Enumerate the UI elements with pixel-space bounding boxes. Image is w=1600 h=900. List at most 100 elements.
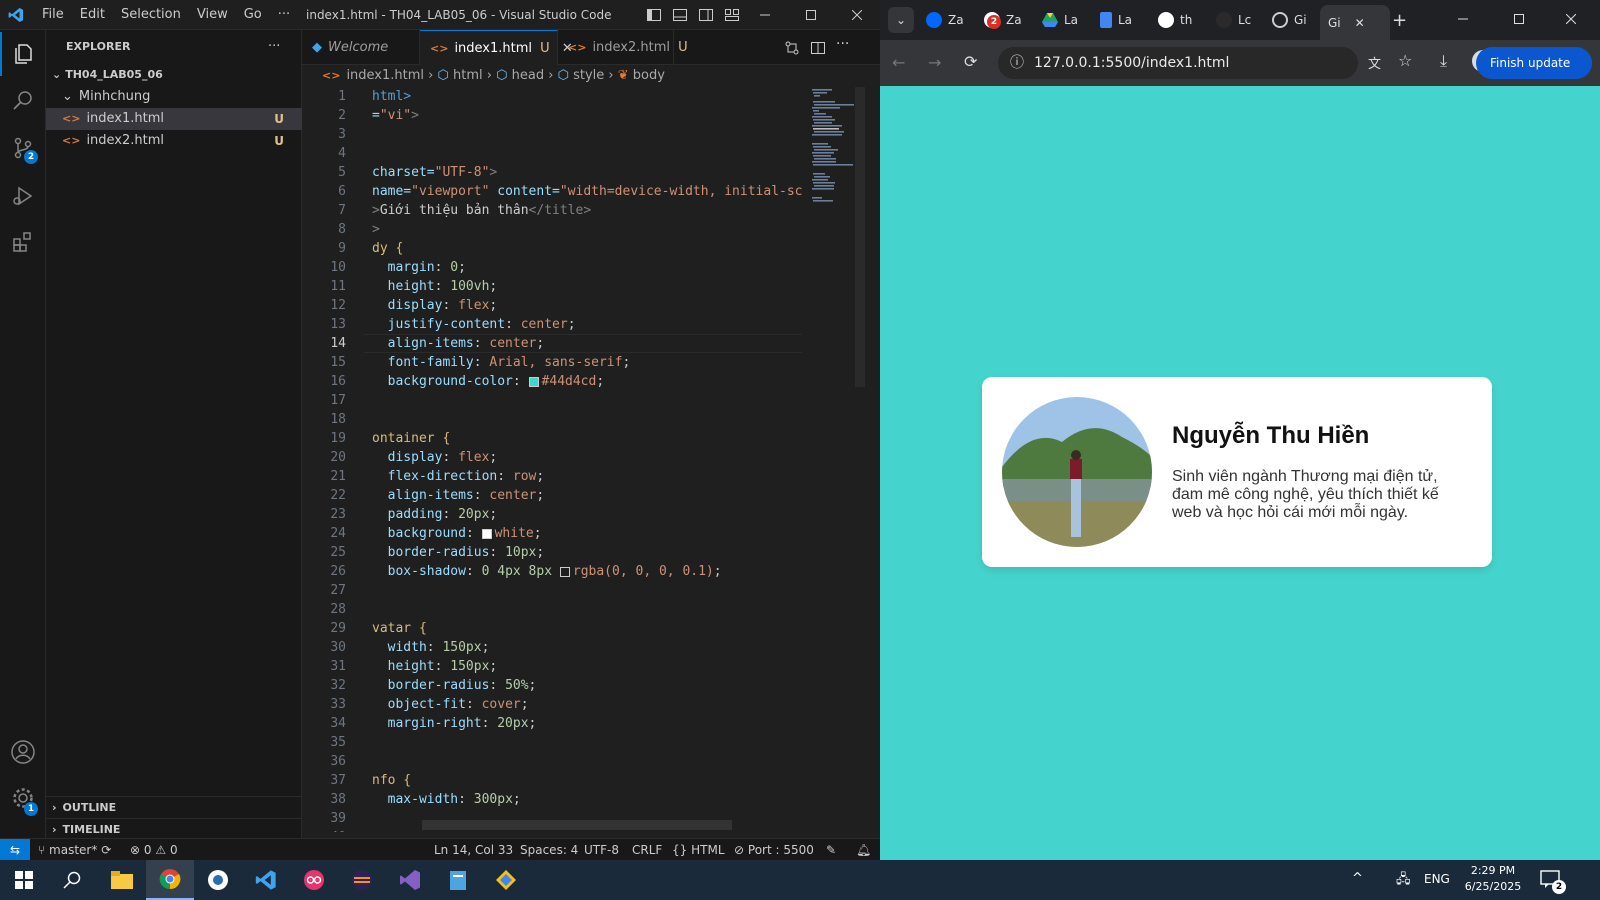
tab-index1[interactable]: <> index1.html U ✕ bbox=[420, 30, 573, 65]
app-oo-taskbar-icon[interactable] bbox=[290, 860, 338, 900]
address-bar[interactable]: ⓘ 127.0.0.1:5500/index1.html bbox=[998, 47, 1358, 79]
split-editor-icon[interactable] bbox=[810, 40, 826, 56]
explorer-more-button[interactable]: ··· bbox=[268, 36, 298, 58]
tab-close-icon[interactable]: ✕ bbox=[1355, 16, 1365, 30]
browser-tab-gi[interactable]: Gi bbox=[1272, 8, 1307, 32]
file-index2[interactable]: <> index2.html U bbox=[46, 130, 302, 152]
app-taskbar-icon[interactable] bbox=[194, 860, 242, 900]
notifications-bell-icon[interactable]: 🔔︎ bbox=[856, 839, 871, 861]
git-app-taskbar-icon[interactable] bbox=[482, 860, 530, 900]
cursor-position[interactable]: Ln 14, Col 33 bbox=[434, 839, 513, 861]
forward-arrow-icon[interactable]: → bbox=[928, 53, 941, 72]
notification-center-icon[interactable]: 2 bbox=[1540, 870, 1566, 894]
problems-status[interactable]: ⊗ 0 ⚠ 0 bbox=[130, 839, 178, 861]
search-icon[interactable] bbox=[0, 78, 46, 122]
file-index1[interactable]: <> index1.html U bbox=[46, 108, 302, 130]
breadcrumb-body[interactable]: body bbox=[633, 68, 665, 83]
vscode-maximize-button[interactable] bbox=[788, 0, 834, 30]
browser-tab-lc[interactable]: Lc bbox=[1216, 8, 1251, 32]
minimap-line bbox=[812, 89, 832, 91]
extensions-icon[interactable] bbox=[0, 220, 46, 264]
download-icon[interactable]: ⤓ bbox=[1440, 51, 1447, 71]
menu-view[interactable]: View bbox=[189, 0, 236, 30]
browser-tab-drive[interactable]: La bbox=[1042, 8, 1078, 32]
live-server-status[interactable]: ⊘ Port : 5500 bbox=[734, 839, 814, 861]
vertical-scrollbar[interactable] bbox=[855, 87, 865, 387]
toggle-sidebar-icon[interactable] bbox=[646, 7, 662, 23]
menu-edit[interactable]: Edit bbox=[72, 0, 113, 30]
indentation-status[interactable]: Spaces: 4 bbox=[520, 839, 578, 861]
color-swatch-icon[interactable] bbox=[559, 566, 570, 577]
browser-tab-active[interactable]: Gi ✕ bbox=[1320, 5, 1390, 40]
error-count: 0 bbox=[143, 843, 152, 857]
system-clock[interactable]: 2:29 PM 6/25/2025 bbox=[1460, 863, 1526, 895]
windows-start-icon[interactable] bbox=[0, 860, 48, 900]
timeline-section[interactable]: › TIMELINE bbox=[46, 818, 302, 840]
menu-go[interactable]: Go bbox=[236, 0, 270, 30]
feedback-icon[interactable]: ✎ bbox=[826, 839, 836, 861]
visual-studio-taskbar-icon[interactable] bbox=[386, 860, 434, 900]
customize-layout-icon[interactable] bbox=[724, 7, 740, 23]
chrome-close-button[interactable] bbox=[1548, 4, 1594, 34]
tab-search-button[interactable]: ⌄ bbox=[888, 7, 914, 33]
menu-selection[interactable]: Selection bbox=[113, 0, 189, 30]
browser-tab-zalo-2[interactable]: 2 Za bbox=[984, 8, 1022, 32]
breadcrumb-file[interactable]: index1.html bbox=[346, 68, 424, 83]
back-arrow-icon[interactable]: ← bbox=[892, 53, 905, 72]
code-editor[interactable]: 1 2 3 4 5 6 7 8 9 10 11 12 13 14 15 16 17 18 19 20 21 22 23 24 2… bbox=[302, 87, 802, 832]
tab-index2[interactable]: <> index2.html U bbox=[558, 30, 688, 65]
horizontal-scrollbar[interactable] bbox=[422, 820, 732, 830]
color-swatch-icon[interactable] bbox=[481, 528, 492, 539]
menu-more[interactable]: ··· bbox=[270, 0, 298, 30]
chrome-minimize-button[interactable] bbox=[1440, 4, 1486, 34]
language-indicator[interactable]: ENG bbox=[1424, 872, 1450, 886]
color-swatch-icon[interactable] bbox=[528, 376, 539, 387]
source-control-icon[interactable]: 2 bbox=[0, 126, 46, 170]
explorer-icon[interactable] bbox=[0, 32, 46, 76]
finish-update-button[interactable]: Finish update ⋮ bbox=[1476, 47, 1592, 102]
settings-gear-icon[interactable]: 1 bbox=[0, 776, 46, 820]
accounts-icon[interactable] bbox=[0, 730, 46, 774]
breadcrumb-style[interactable]: style bbox=[573, 68, 604, 83]
network-icon[interactable]: 🖧 bbox=[1396, 870, 1411, 892]
eol-status[interactable]: CRLF bbox=[632, 839, 662, 861]
breadcrumb-html[interactable]: html bbox=[453, 68, 483, 83]
app-notepad-taskbar-icon[interactable] bbox=[434, 860, 482, 900]
windows-taskbar: ^ 🖧 ENG 2:29 PM 6/25/2025 2 bbox=[0, 860, 1600, 900]
eclipse-taskbar-icon[interactable] bbox=[338, 860, 386, 900]
menu-file[interactable]: File bbox=[34, 0, 72, 30]
browser-tab-github[interactable]: th bbox=[1158, 8, 1192, 32]
more-actions-icon[interactable]: ··· bbox=[836, 36, 849, 52]
minimap-line bbox=[812, 161, 836, 163]
reload-icon[interactable]: ⟳ bbox=[964, 52, 977, 71]
breadcrumb-head[interactable]: head bbox=[512, 68, 544, 83]
language-status[interactable]: {} HTML bbox=[672, 839, 725, 861]
browser-tab-docs[interactable]: La bbox=[1100, 8, 1132, 32]
site-info-icon[interactable]: ⓘ bbox=[1010, 47, 1024, 79]
url-text: 127.0.0.1:5500/index1.html bbox=[1034, 55, 1230, 71]
toggle-secondary-sidebar-icon[interactable] bbox=[698, 7, 714, 23]
browser-tab-zalo-1[interactable]: Za bbox=[926, 8, 964, 32]
remote-indicator-icon[interactable]: ⇆ bbox=[0, 839, 30, 861]
workspace-folder[interactable]: ⌄ TH04_LAB05_06 bbox=[46, 64, 302, 86]
folder-minhchung[interactable]: ⌄ Minhchung bbox=[46, 86, 302, 108]
new-tab-button[interactable]: + bbox=[1392, 8, 1407, 32]
branch-status[interactable]: ⑂ master* ⟳ bbox=[38, 839, 111, 861]
taskbar-search-icon[interactable] bbox=[48, 860, 96, 900]
file-explorer-icon[interactable] bbox=[98, 860, 146, 900]
encoding-status[interactable]: UTF-8 bbox=[584, 839, 619, 861]
vscode-close-button[interactable] bbox=[834, 0, 880, 30]
tab-welcome[interactable]: ◆ Welcome bbox=[302, 30, 420, 65]
run-debug-icon[interactable] bbox=[0, 174, 46, 218]
show-hidden-icons-chevron-icon[interactable]: ^ bbox=[1352, 871, 1363, 886]
chrome-maximize-button[interactable] bbox=[1496, 4, 1542, 34]
compare-changes-icon[interactable] bbox=[784, 40, 800, 56]
toggle-panel-icon[interactable] bbox=[672, 7, 688, 23]
bookmark-star-icon[interactable]: ☆ bbox=[1398, 51, 1412, 70]
chrome-taskbar-icon[interactable] bbox=[146, 860, 194, 900]
outline-section[interactable]: › OUTLINE bbox=[46, 796, 302, 818]
translate-icon[interactable]: 文 bbox=[1368, 53, 1381, 72]
vscode-minimize-button[interactable] bbox=[742, 0, 788, 30]
vscode-taskbar-icon[interactable] bbox=[242, 860, 290, 900]
code-token: 100vh bbox=[450, 279, 490, 294]
